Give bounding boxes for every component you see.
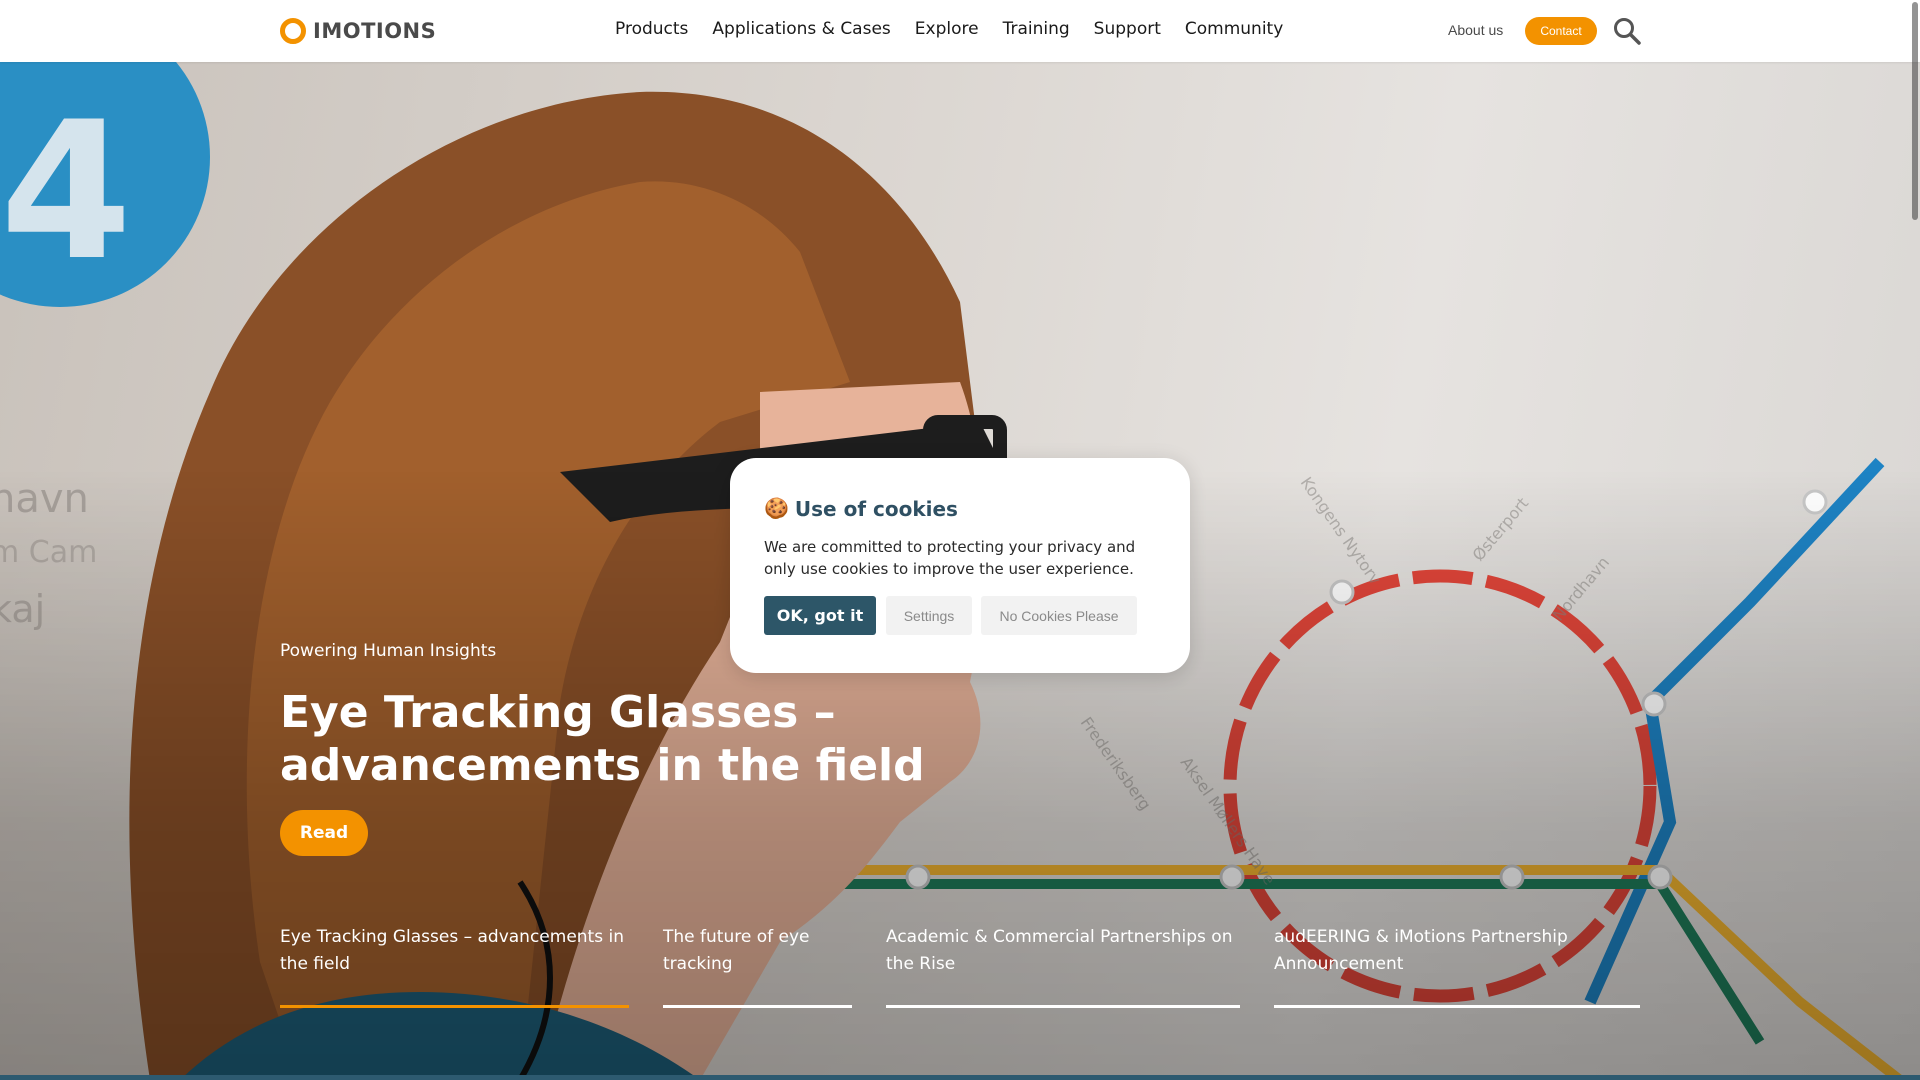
tab-audeering-partnership[interactable]: audEERING & iMotions Partnership Announc… — [1274, 924, 1640, 1008]
page-scrollbar[interactable] — [1911, 0, 1920, 1080]
cookie-icon: 🍪 — [764, 498, 789, 520]
tab-label: Academic & Commercial Partnerships on th… — [886, 927, 1233, 974]
imotions-logo[interactable]: IMOTIONS — [280, 18, 436, 44]
cookie-consent-dialog: 🍪 Use of cookies We are committed to pro… — [730, 458, 1190, 673]
hero-headline: Eye Tracking Glasses – advancements in t… — [280, 687, 925, 791]
tab-academic-commercial-partnerships[interactable]: Academic & Commercial Partnerships on th… — [886, 924, 1240, 1008]
read-button[interactable]: Read — [280, 810, 368, 856]
tab-eye-tracking-glasses[interactable]: Eye Tracking Glasses – advancements in t… — [280, 924, 629, 1008]
contact-button[interactable]: Contact — [1525, 17, 1597, 45]
tab-label: The future of eye tracking — [663, 927, 810, 974]
nav-community[interactable]: Community — [1185, 19, 1283, 39]
nav-applications-cases[interactable]: Applications & Cases — [712, 19, 890, 39]
tab-indicator — [663, 1005, 852, 1008]
tab-label: audEERING & iMotions Partnership Announc… — [1274, 927, 1568, 974]
accept-cookies-button[interactable]: OK, got it — [764, 596, 876, 635]
about-us-link[interactable]: About us — [1448, 22, 1503, 38]
nav-products[interactable]: Products — [615, 19, 688, 39]
nav-support[interactable]: Support — [1094, 19, 1161, 39]
nav-explore[interactable]: Explore — [915, 19, 979, 39]
logo-ring-icon — [280, 18, 306, 44]
tab-future-of-eye-tracking[interactable]: The future of eye tracking — [663, 924, 852, 1008]
cookie-dialog-body: We are committed to protecting your priv… — [764, 538, 1136, 578]
scrollbar-thumb[interactable] — [1912, 2, 1918, 220]
main-nav: Products Applications & Cases Explore Tr… — [615, 19, 1307, 39]
tab-indicator — [1274, 1005, 1640, 1008]
cookie-dialog-title: 🍪 Use of cookies — [764, 496, 958, 521]
tab-indicator — [886, 1005, 1240, 1008]
logo-text: IMOTIONS — [313, 19, 437, 43]
site-header: IMOTIONS Products Applications & Cases E… — [0, 0, 1920, 62]
reject-cookies-button[interactable]: No Cookies Please — [981, 596, 1137, 635]
tab-active-indicator — [280, 1005, 629, 1008]
cookie-settings-button[interactable]: Settings — [886, 596, 972, 635]
search-icon[interactable] — [1612, 16, 1642, 46]
cookie-title-text: Use of cookies — [794, 496, 958, 521]
hero-tagline: Powering Human Insights — [280, 641, 497, 661]
bottom-strip — [0, 1075, 1920, 1080]
tab-label: Eye Tracking Glasses – advancements in t… — [280, 927, 624, 974]
featured-tabs: Eye Tracking Glasses – advancements in t… — [0, 924, 1920, 1008]
nav-training[interactable]: Training — [1003, 19, 1070, 39]
